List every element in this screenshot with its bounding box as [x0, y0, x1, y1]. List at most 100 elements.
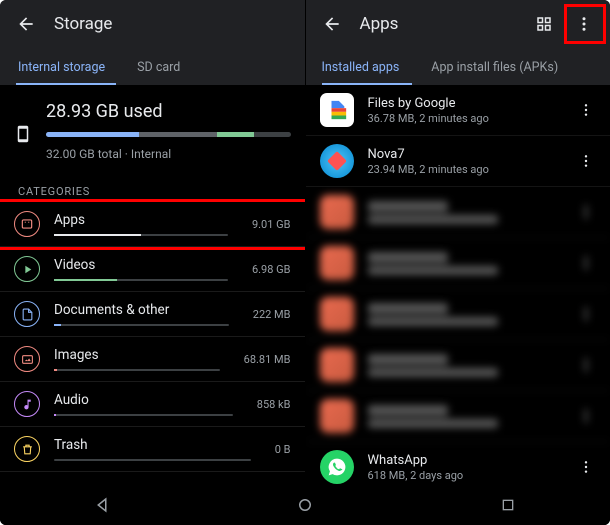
storage-bar — [46, 132, 291, 137]
category-name: Videos — [54, 257, 228, 273]
tab-sd-card[interactable]: SD card — [121, 48, 196, 85]
app-name: WhatsApp — [368, 453, 557, 468]
category-audio[interactable]: Audio 858 kB — [0, 382, 305, 427]
app-more-button[interactable] — [570, 400, 602, 432]
circle-home-icon — [296, 496, 314, 514]
more-vert-icon — [578, 204, 594, 220]
app-row[interactable] — [306, 187, 610, 238]
app-icon — [320, 297, 354, 331]
categories-label: CATEGORIES — [0, 175, 305, 202]
app-row[interactable]: Nova723.94 MB, 2 minutes ago — [306, 136, 610, 187]
category-trash[interactable]: Trash 0 B — [0, 427, 305, 472]
category-apps[interactable]: Apps 9.01 GB — [0, 202, 305, 247]
app-meta — [368, 368, 498, 377]
back-button[interactable] — [314, 6, 350, 42]
page-title: Apps — [360, 14, 527, 34]
doc-icon — [14, 301, 40, 327]
app-icon — [320, 348, 354, 382]
app-name — [368, 252, 448, 263]
app-meta: 618 MB, 2 days ago — [368, 469, 557, 482]
app-more-button[interactable] — [570, 349, 602, 381]
app-name: Files by Google — [368, 96, 557, 111]
storage-used-text: 28.93 GB used — [46, 101, 291, 122]
category-name: Audio — [54, 392, 233, 408]
grid-icon — [535, 15, 553, 33]
phone-icon — [14, 121, 32, 147]
app-more-button[interactable] — [570, 196, 602, 228]
category-size: 858 kB — [257, 398, 291, 411]
more-vert-icon — [575, 15, 593, 33]
more-vert-icon — [578, 357, 594, 373]
app-meta: 23.94 MB, 2 minutes ago — [368, 163, 557, 176]
back-button[interactable] — [8, 6, 44, 42]
image-icon — [14, 346, 40, 372]
tab-installed-apps[interactable]: Installed apps — [306, 48, 416, 85]
storage-total-text: 32.00 GB total · Internal — [46, 147, 291, 161]
category-name: Images — [54, 347, 220, 363]
app-row[interactable] — [306, 340, 610, 391]
app-icon — [320, 399, 354, 433]
category-size: 0 B — [275, 443, 291, 456]
trash-icon — [14, 436, 40, 462]
category-size: 222 MB — [253, 308, 291, 321]
storage-screen: Storage Internal storage SD card 28.93 G… — [0, 0, 306, 525]
category-name: Trash — [54, 437, 251, 453]
view-grid-button[interactable] — [526, 6, 562, 42]
apps-tabs: Installed apps App install files (APKs) — [306, 48, 610, 85]
more-vert-icon — [578, 153, 594, 169]
page-title: Storage — [54, 14, 297, 34]
app-meta — [368, 215, 498, 224]
app-name — [368, 303, 448, 314]
app-more-button[interactable] — [570, 145, 602, 177]
app-icon — [320, 246, 354, 280]
app-more-button[interactable] — [570, 247, 602, 279]
app-icon — [320, 144, 354, 178]
more-vert-icon — [578, 306, 594, 322]
nav-recent-button[interactable] — [478, 487, 538, 523]
nav-back-button[interactable] — [72, 487, 132, 523]
app-icon — [320, 93, 354, 127]
tab-apk-files[interactable]: App install files (APKs) — [415, 48, 574, 85]
category-videos[interactable]: Videos6.98 GB — [0, 247, 305, 292]
app-more-button[interactable] — [570, 298, 602, 330]
category-name: Apps — [54, 212, 228, 228]
app-more-button[interactable] — [570, 94, 602, 126]
apps-list: Files by Google36.78 MB, 2 minutes agoNo… — [306, 85, 610, 525]
app-row[interactable] — [306, 238, 610, 289]
storage-content: 28.93 GB used 32.00 GB total · Internal … — [0, 85, 305, 525]
arrow-back-icon — [322, 14, 342, 34]
category-size: 9.01 GB — [252, 218, 291, 231]
app-meta: 36.78 MB, 2 minutes ago — [368, 112, 557, 125]
storage-header: Storage — [0, 0, 305, 48]
category-images[interactable]: Images 68.81 MB — [0, 337, 305, 382]
storage-tabs: Internal storage SD card — [0, 48, 305, 85]
audio-icon — [14, 391, 40, 417]
triangle-back-icon — [93, 496, 111, 514]
storage-summary: 28.93 GB used 32.00 GB total · Internal — [0, 85, 305, 175]
app-row[interactable] — [306, 289, 610, 340]
category-name: Documents & other — [54, 302, 229, 318]
app-name — [368, 405, 448, 416]
more-vert-icon — [578, 255, 594, 271]
app-name: Nova7 — [368, 147, 557, 162]
square-recent-icon — [500, 497, 516, 513]
more-vert-icon — [578, 408, 594, 424]
more-options-button[interactable] — [566, 6, 602, 42]
nav-home-button[interactable] — [275, 487, 335, 523]
app-name — [368, 354, 448, 365]
app-icon — [320, 450, 354, 484]
video-icon — [14, 256, 40, 282]
app-name — [368, 201, 448, 212]
app-meta — [368, 419, 498, 428]
app-icon — [320, 195, 354, 229]
more-vert-icon — [578, 459, 594, 475]
category-size: 68.81 MB — [244, 353, 291, 366]
apps-icon — [14, 211, 40, 237]
app-row[interactable]: Files by Google36.78 MB, 2 minutes ago — [306, 85, 610, 136]
tab-internal-storage[interactable]: Internal storage — [2, 48, 121, 85]
arrow-back-icon — [16, 14, 36, 34]
app-row[interactable] — [306, 391, 610, 442]
app-more-button[interactable] — [570, 451, 602, 483]
apps-header: Apps — [306, 0, 610, 48]
category-documents-other[interactable]: Documents & other 222 MB — [0, 292, 305, 337]
